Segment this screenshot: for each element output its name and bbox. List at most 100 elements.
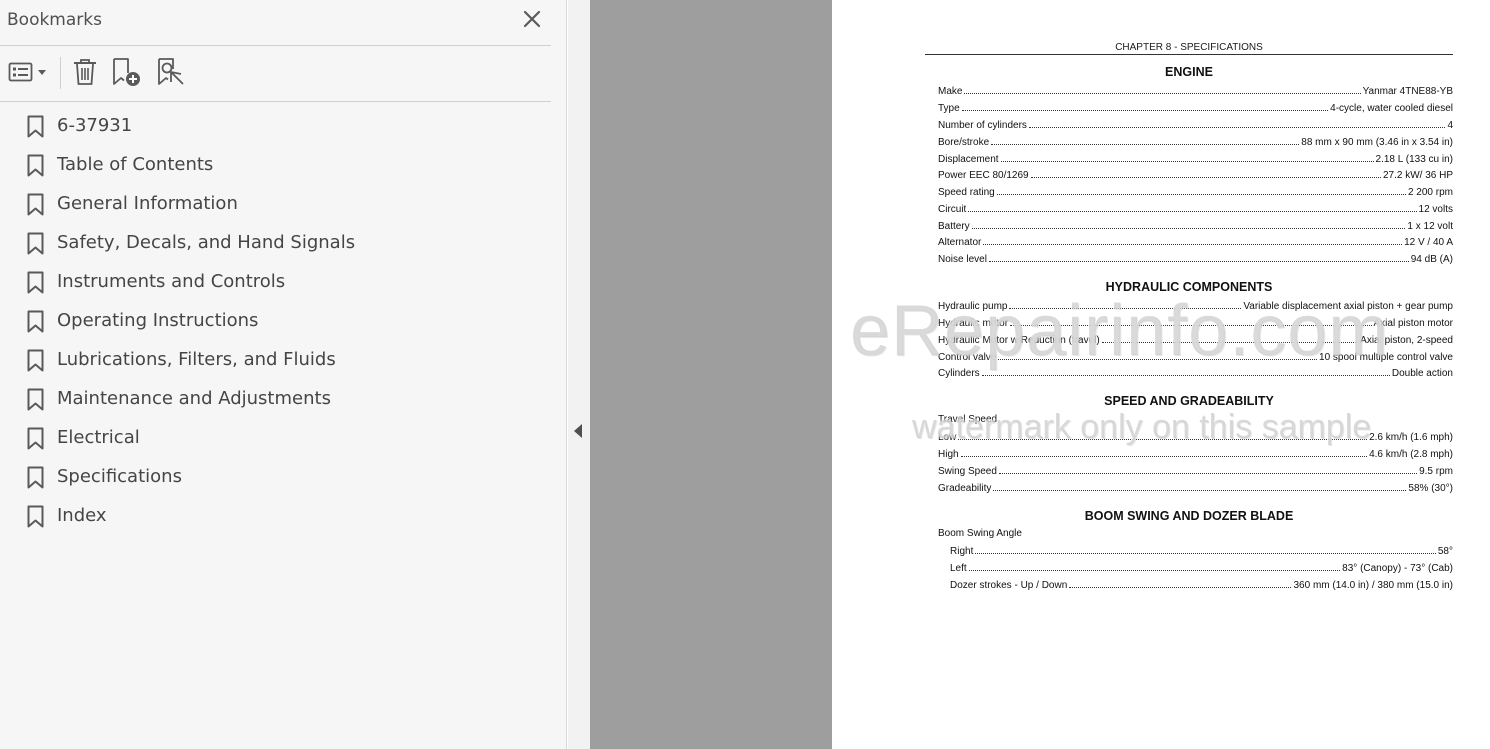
- spec-label: Displacement: [938, 154, 999, 165]
- leader-dots: [1030, 177, 1381, 178]
- spec-row: High 4.6 km/h (2.8 mph): [938, 447, 1453, 460]
- bookmark-icon: [27, 193, 44, 216]
- delete-bookmark-button[interactable]: [72, 57, 98, 87]
- spec-label: High: [938, 449, 959, 460]
- bookmarks-toolbar: [0, 47, 551, 102]
- spec-value: 4.6 km/h (2.8 mph): [1369, 449, 1453, 460]
- spec-row: Low 2.6 km/h (1.6 mph): [938, 430, 1453, 443]
- spec-row: Displacement 2.18 L (133 cu in): [938, 152, 1453, 165]
- spec-row: Power EEC 80/1269 27.2 kW/ 36 HP: [938, 168, 1453, 181]
- bookmark-item-instruments[interactable]: Instruments and Controls: [0, 263, 551, 302]
- spec-value: 94 dB (A): [1410, 254, 1453, 265]
- spec-value: 360 mm (14.0 in) / 380 mm (15.0 in): [1293, 580, 1453, 591]
- new-bookmark-button[interactable]: [111, 57, 143, 87]
- close-panel-button[interactable]: [521, 8, 543, 30]
- bookmark-item-table-of-contents[interactable]: Table of Contents: [0, 146, 551, 185]
- bookmark-icon: [27, 466, 44, 489]
- bookmark-icon: [27, 115, 44, 138]
- spec-value: Yanmar 4TNE88-YB: [1362, 86, 1453, 97]
- leader-dots: [958, 439, 1368, 440]
- bookmark-item-safety[interactable]: Safety, Decals, and Hand Signals: [0, 224, 551, 263]
- bookmark-item-electrical[interactable]: Electrical: [0, 419, 551, 458]
- collapse-arrow-icon[interactable]: [574, 424, 582, 438]
- spec-row: Right 58°: [950, 544, 1453, 557]
- spec-label: Number of cylinders: [938, 120, 1027, 131]
- spec-label: Type: [938, 103, 960, 114]
- bookmark-label: Specifications: [57, 466, 182, 487]
- spec-value: Axial piston motor: [1373, 318, 1453, 329]
- leader-dots: [1069, 587, 1292, 588]
- spec-label: Circuit: [938, 204, 967, 215]
- spec-label: Swing Speed: [938, 466, 997, 477]
- panel-splitter[interactable]: [568, 0, 590, 749]
- spec-row: Hydraulic pump Variable displacement axia…: [938, 299, 1453, 312]
- leader-dots: [971, 228, 1406, 229]
- spec-row: Bore/stroke 88 mm x 90 mm (3.46 in x 3.54…: [938, 135, 1453, 148]
- spec-label: Control valve: [938, 352, 997, 363]
- bookmark-icon: [27, 505, 44, 528]
- spec-label: Bore/stroke: [938, 137, 990, 148]
- spec-row: Noise level 94 dB (A): [938, 252, 1453, 265]
- spec-row: Control valve 10 spool multiple control v…: [938, 350, 1453, 363]
- leader-dots: [988, 261, 1409, 262]
- spec-value: 83° (Canopy) - 73° (Cab): [1342, 563, 1453, 574]
- spec-value: Double action: [1391, 368, 1453, 379]
- bookmark-icon: [27, 232, 44, 255]
- find-bookmark-button[interactable]: [156, 57, 186, 87]
- subheading-travel-speed: Travel Speed: [938, 414, 998, 425]
- bookmark-item-operating-instructions[interactable]: Operating Instructions: [0, 302, 551, 341]
- chapter-rule: [925, 54, 1453, 55]
- spec-label: Low: [938, 432, 957, 443]
- spec-value: Axial piston, 2-speed: [1360, 335, 1453, 346]
- toolbar-separator: [60, 57, 61, 89]
- section-heading-boom: BOOM SWING AND DOZER BLADE: [1084, 509, 1294, 523]
- trash-icon: [74, 59, 96, 85]
- bookmark-icon: [27, 349, 44, 372]
- spec-value: 10 spool multiple control valve: [1319, 352, 1453, 363]
- bookmark-item-general-information[interactable]: General Information: [0, 185, 551, 224]
- spec-row: Gradeability 58% (30°): [938, 481, 1453, 494]
- leader-dots: [968, 570, 1341, 571]
- spec-row: Alternator 12 V / 40 A: [938, 235, 1453, 248]
- bookmark-label: 6-37931: [57, 115, 133, 136]
- bookmark-options-icon: [8, 62, 46, 82]
- spec-value: 4: [1447, 120, 1453, 131]
- leader-dots: [1028, 127, 1446, 128]
- spec-value: 58% (30°): [1408, 483, 1453, 494]
- spec-row: Make Yanmar 4TNE88-YB: [938, 84, 1453, 97]
- spec-label: Alternator: [938, 237, 982, 248]
- spec-label: Power EEC 80/1269: [938, 170, 1029, 181]
- leader-dots: [1101, 342, 1359, 343]
- bookmark-item-6-37931[interactable]: 6-37931: [0, 107, 551, 146]
- bookmark-item-maintenance[interactable]: Maintenance and Adjustments: [0, 380, 551, 419]
- spec-row: Circuit 12 volts: [938, 202, 1453, 215]
- spec-row: Hydraulic motor Axial piston motor: [938, 316, 1453, 329]
- spec-value: 1 x 12 volt: [1407, 221, 1453, 232]
- spec-row: Swing Speed 9.5 rpm: [938, 464, 1453, 477]
- spec-row: Number of cylinders 4: [938, 118, 1453, 131]
- bookmark-item-specifications[interactable]: Specifications: [0, 458, 551, 497]
- bookmark-label: Table of Contents: [57, 154, 214, 175]
- spec-value: 27.2 kW/ 36 HP: [1382, 170, 1453, 181]
- spec-label: Gradeability: [938, 483, 992, 494]
- spec-label: Right: [950, 546, 974, 557]
- bookmark-icon: [27, 388, 44, 411]
- spec-row: Hydraulic Motor w/Reduction (travel) Axia…: [938, 333, 1453, 346]
- leader-dots: [983, 244, 1403, 245]
- leader-dots: [968, 211, 1417, 212]
- leader-dots: [996, 194, 1406, 195]
- spec-value: 88 mm x 90 mm (3.46 in x 3.54 in): [1301, 137, 1453, 148]
- bookmark-item-index[interactable]: Index: [0, 497, 551, 536]
- bookmark-options-button[interactable]: [8, 57, 50, 87]
- leader-dots: [1010, 325, 1372, 326]
- leader-dots: [991, 144, 1300, 145]
- spec-row: Type 4-cycle, water cooled diesel: [938, 101, 1453, 114]
- spec-label: Make: [938, 86, 963, 97]
- bookmark-icon: [27, 154, 44, 177]
- bookmarks-panel-header: Bookmarks: [0, 0, 551, 46]
- close-icon: [523, 10, 541, 28]
- bookmark-label: Operating Instructions: [57, 310, 259, 331]
- subheading-boom-swing-angle: Boom Swing Angle: [938, 528, 1022, 539]
- bookmark-item-lubrications[interactable]: Lubrications, Filters, and Fluids: [0, 341, 551, 380]
- spec-value: 2 200 rpm: [1407, 187, 1453, 198]
